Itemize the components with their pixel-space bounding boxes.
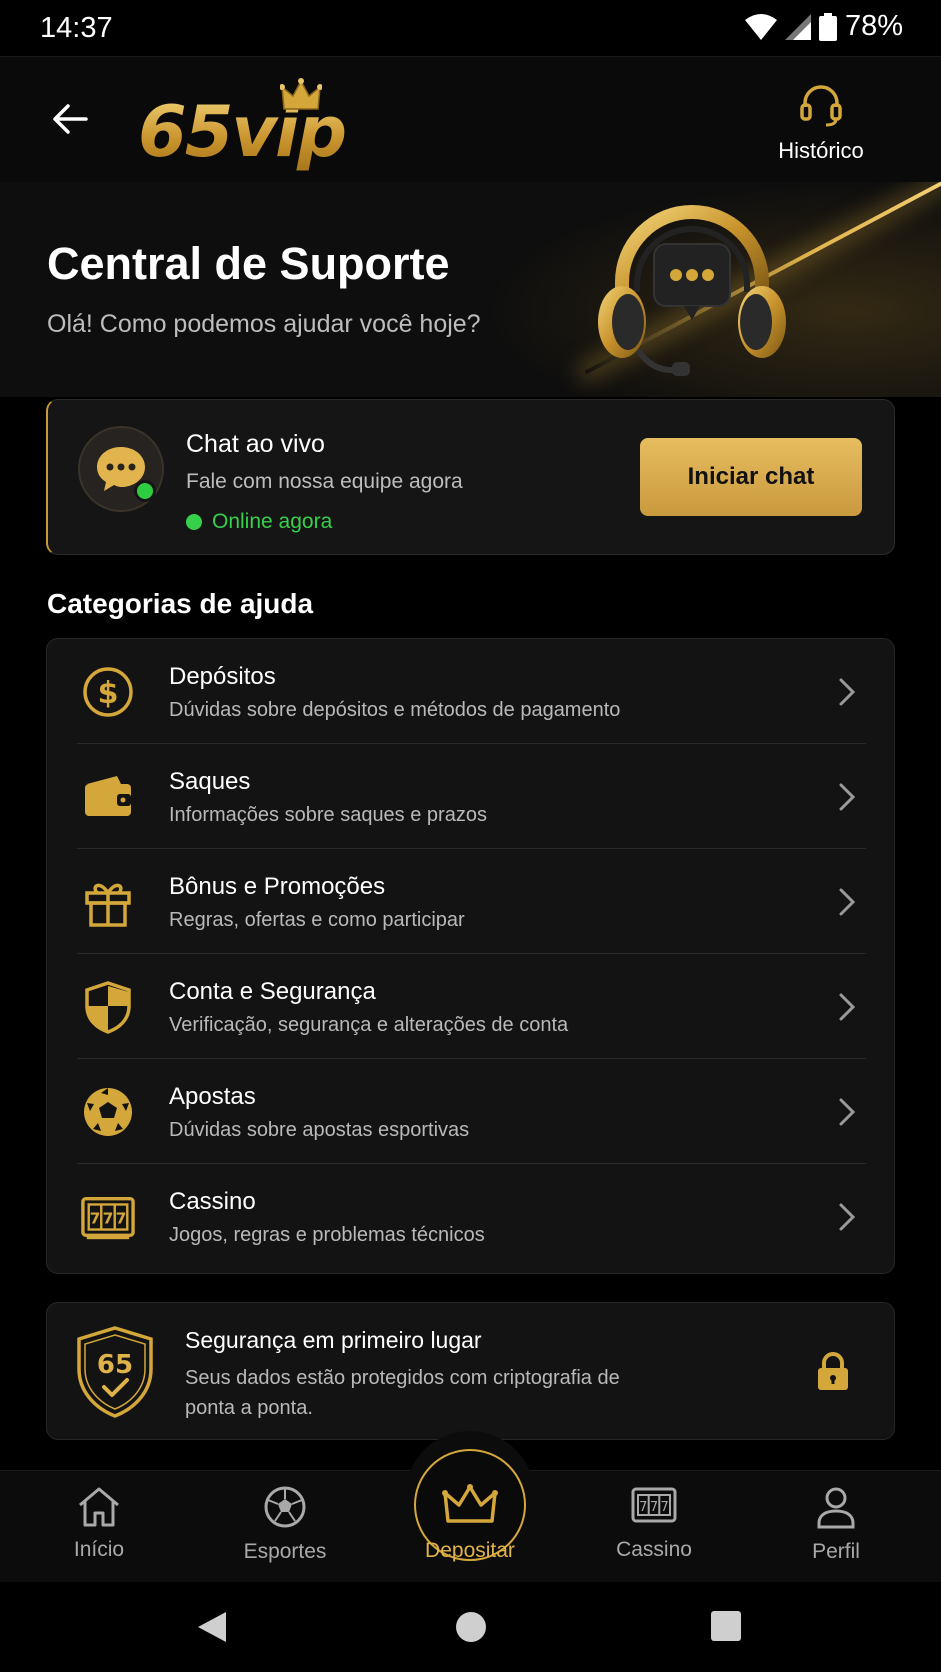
chevron-right-icon	[839, 888, 856, 916]
nav-item-esportes[interactable]: Esportes	[220, 1485, 350, 1564]
dollar-coin-icon: $	[83, 667, 133, 717]
nav-item-inicio[interactable]: Início	[34, 1485, 164, 1562]
security-title: Segurança em primeiro lugar	[185, 1327, 482, 1353]
chat-title: Chat ao vivo	[186, 430, 325, 458]
nav-label-active: Depositar	[425, 1539, 515, 1562]
category-title: Bônus e Promoções	[169, 873, 386, 900]
slot-machine-icon: 777	[631, 1487, 677, 1523]
category-title: Depósitos	[169, 663, 276, 690]
category-item-apostas[interactable]: Apostas Dúvidas sobre apostas esportivas	[47, 1059, 894, 1164]
wifi-icon	[744, 13, 777, 40]
wallet-icon	[85, 776, 131, 816]
category-item-cassino[interactable]: 777 Cassino Jogos, regras e problemas té…	[47, 1164, 894, 1269]
support-headset-icon	[598, 205, 786, 376]
soccer-ball-icon	[264, 1486, 306, 1528]
category-title: Saques	[169, 768, 251, 795]
security-desc: Seus dados estão protegidos com criptogr…	[185, 1367, 620, 1419]
status-dot-icon	[186, 514, 202, 530]
page-subtitle: Olá! Como podemos ajudar você hoje?	[47, 310, 481, 338]
nav-label: Perfil	[812, 1540, 860, 1563]
svg-text:7: 7	[90, 1210, 101, 1228]
nav-label: Início	[73, 1538, 125, 1561]
svg-text:7: 7	[661, 1500, 669, 1515]
security-card: 65 Segurança em primeiro lugar Seus dado…	[46, 1302, 895, 1440]
category-title: Apostas	[169, 1083, 256, 1110]
lock-icon	[818, 1352, 848, 1390]
system-recents-icon[interactable]	[710, 1610, 742, 1642]
online-indicator	[134, 480, 156, 502]
category-item-conta[interactable]: Conta e Segurança Verificação, segurança…	[47, 954, 894, 1059]
nav-item-cassino[interactable]: 777 Cassino	[589, 1485, 719, 1562]
svg-text:7: 7	[639, 1500, 647, 1515]
category-item-bonus[interactable]: Bônus e Promoções Regras, ofertas e como…	[47, 849, 894, 954]
svg-text:7: 7	[116, 1210, 127, 1228]
system-nav-bar	[0, 1582, 941, 1672]
user-icon	[817, 1487, 855, 1529]
slot-machine-icon: 777	[81, 1196, 135, 1240]
category-desc: Informações sobre saques e prazos	[169, 804, 487, 826]
bottom-nav: Início Esportes Depositar 777 Cassino Pe…	[0, 1431, 941, 1582]
category-item-saques[interactable]: Saques Informações sobre saques e prazos	[47, 744, 894, 849]
category-desc: Verificação, segurança e alterações de c…	[169, 1014, 569, 1036]
back-button[interactable]	[44, 93, 96, 145]
category-item-depositos[interactable]: $ Depósitos Dúvidas sobre depósitos e mé…	[47, 639, 894, 744]
battery-icon	[818, 12, 837, 41]
status-icons: 78%	[744, 10, 903, 43]
chat-subtitle: Fale com nossa equipe agora	[186, 470, 463, 493]
category-title: Cassino	[169, 1188, 256, 1215]
categories-heading: Categorias de ajuda	[47, 588, 314, 619]
category-desc: Dúvidas sobre apostas esportivas	[169, 1119, 470, 1141]
chevron-right-icon	[839, 783, 856, 811]
system-back-icon[interactable]	[196, 1610, 228, 1644]
battery-percent: 78%	[844, 10, 903, 42]
crown-icon	[280, 78, 322, 110]
app-header: 65vip Histórico	[0, 56, 941, 182]
chat-status-text: Online agora	[212, 510, 333, 533]
nav-label: Esportes	[243, 1540, 327, 1563]
category-title: Conta e Segurança	[169, 978, 376, 1005]
start-chat-button[interactable]: Iniciar chat	[640, 438, 862, 516]
shield-badge-icon: 65	[77, 1326, 153, 1418]
page-title: Central de Suporte	[47, 238, 450, 289]
home-icon	[79, 1487, 119, 1527]
crown-icon	[442, 1484, 498, 1523]
status-time: 14:37	[40, 12, 113, 44]
soccer-ball-icon	[84, 1088, 132, 1136]
history-button[interactable]: Histórico	[761, 83, 881, 173]
signal-icon	[784, 13, 811, 40]
svg-text:$: $	[98, 676, 119, 711]
chevron-right-icon	[839, 993, 856, 1021]
headset-icon	[800, 85, 842, 127]
security-badge-number: 65	[97, 1350, 133, 1380]
nav-label: Cassino	[616, 1538, 692, 1561]
svg-text:7: 7	[650, 1500, 658, 1515]
chat-status: Online agora	[186, 510, 332, 534]
logo: 65vip	[138, 77, 368, 177]
category-desc: Dúvidas sobre depósitos e métodos de pag…	[169, 699, 621, 721]
svg-text:7: 7	[103, 1210, 114, 1228]
nav-item-perfil[interactable]: Perfil	[771, 1485, 901, 1564]
live-chat-card: Chat ao vivo Fale com nossa equipe agora…	[46, 399, 895, 555]
category-desc: Jogos, regras e problemas técnicos	[169, 1224, 485, 1246]
gift-icon	[85, 883, 131, 927]
hero-banner: Central de Suporte Olá! Como podemos aju…	[0, 182, 941, 397]
categories-list: $ Depósitos Dúvidas sobre depósitos e mé…	[46, 638, 895, 1274]
system-home-icon[interactable]	[454, 1610, 488, 1644]
arrow-left-icon	[53, 104, 88, 134]
category-desc: Regras, ofertas e como participar	[169, 909, 465, 931]
chevron-right-icon	[839, 678, 856, 706]
status-bar: 14:37 78%	[0, 0, 941, 56]
chevron-right-icon	[839, 1203, 856, 1231]
history-label: Histórico	[778, 138, 864, 163]
chevron-right-icon	[839, 1098, 856, 1126]
shield-icon	[85, 981, 131, 1034]
